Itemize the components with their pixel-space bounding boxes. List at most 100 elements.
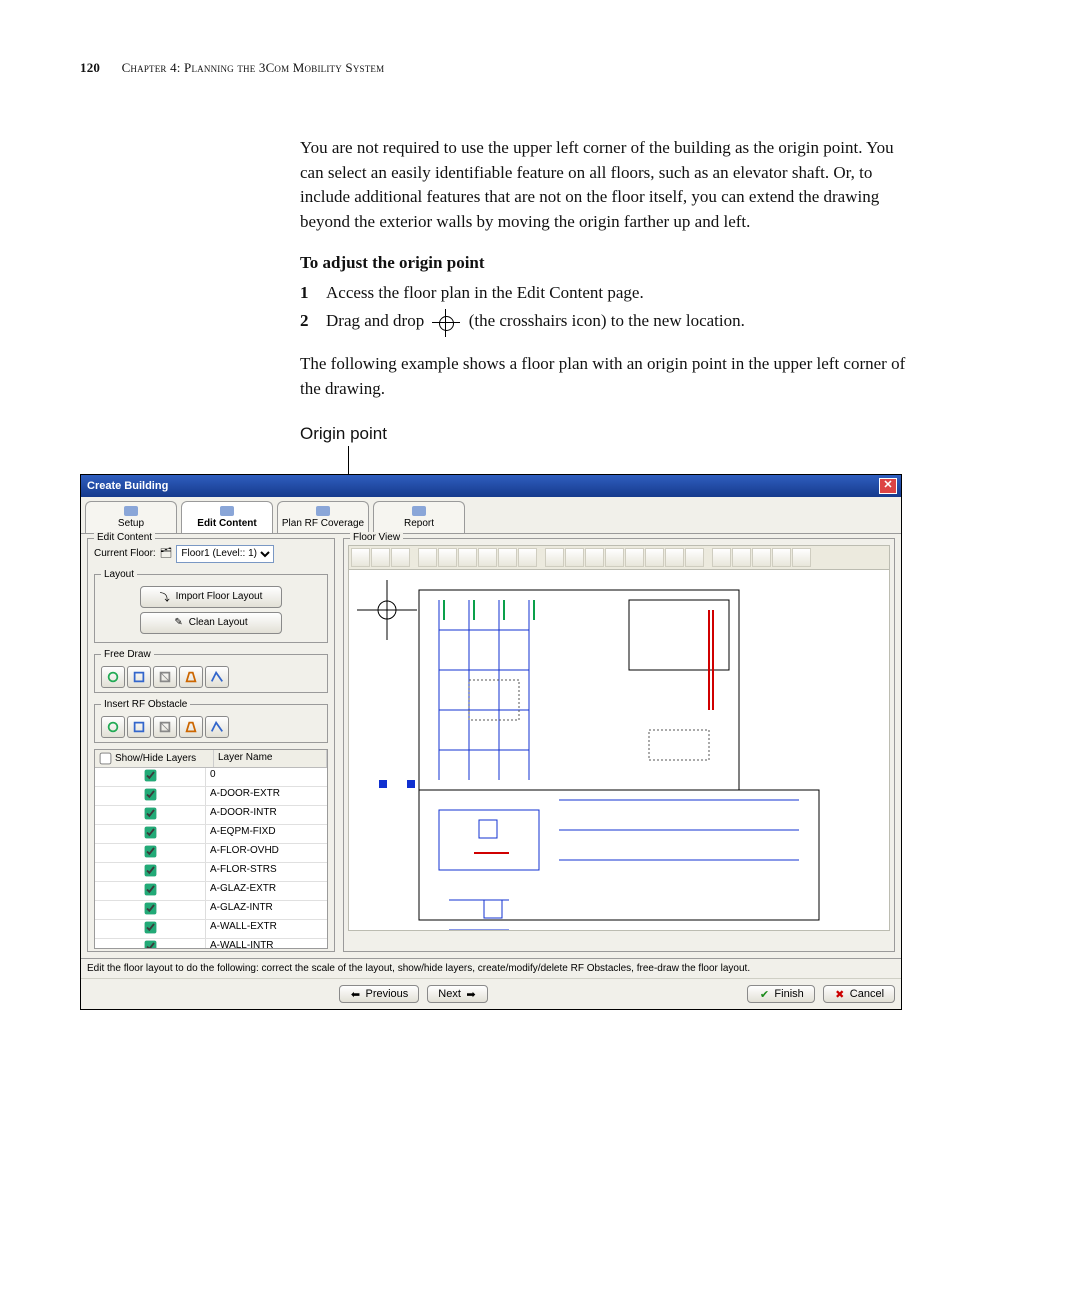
next-button[interactable]: Next ➡ <box>427 985 488 1003</box>
fv-tool-h-icon[interactable] <box>772 548 791 567</box>
current-floor-select[interactable]: Floor1 (Level:: 1) <box>176 545 274 563</box>
floor-view-panel: Floor View <box>343 538 895 952</box>
step-2: 2 Drag and drop (the crosshairs icon) to… <box>300 307 910 336</box>
layer-name: A-WALL-EXTR <box>206 920 327 938</box>
layer-visibility-checkbox[interactable] <box>144 902 156 914</box>
layer-row: A-FLOR-STRS <box>95 863 327 882</box>
cancel-button[interactable]: ✖ Cancel <box>823 985 895 1003</box>
free-draw-tool-3[interactable] <box>153 666 177 688</box>
layer-name: A-WALL-INTR <box>206 939 327 948</box>
import-icon: ⤵ <box>160 589 170 604</box>
origin-point-caption: Origin point <box>300 424 1010 444</box>
fv-tool-undo-icon[interactable] <box>585 548 604 567</box>
rf-tool-2[interactable] <box>127 716 151 738</box>
after-steps-paragraph: The following example shows a floor plan… <box>300 352 910 401</box>
layer-row: A-DOOR-EXTR <box>95 787 327 806</box>
layers-col-name[interactable]: Layer Name <box>214 750 327 767</box>
layer-visibility-checkbox[interactable] <box>144 883 156 895</box>
floor-plan-canvas[interactable] <box>348 569 890 931</box>
clean-layout-button[interactable]: ✎ Clean Layout <box>140 612 282 634</box>
free-draw-tool-1[interactable] <box>101 666 125 688</box>
rf-tool-3[interactable] <box>153 716 177 738</box>
free-draw-tool-5[interactable] <box>205 666 229 688</box>
tab-setup[interactable]: Setup <box>85 501 177 533</box>
fv-tool-e-icon[interactable] <box>712 548 731 567</box>
free-draw-tools <box>101 666 321 688</box>
fv-tool-d-icon[interactable] <box>685 548 704 567</box>
layers-scroll[interactable]: 0A-DOOR-EXTRA-DOOR-INTRA-EQPM-FIXDA-FLOR… <box>95 768 327 948</box>
fv-tool-redo-icon[interactable] <box>605 548 624 567</box>
fv-tool-i-icon[interactable] <box>792 548 811 567</box>
layer-name: A-GLAZ-EXTR <box>206 882 327 900</box>
floor-icon: 🗂 <box>160 548 173 559</box>
close-button[interactable]: ✕ <box>879 478 897 494</box>
fv-tool-fit-icon[interactable] <box>418 548 437 567</box>
layers-col-showhide[interactable]: Show/Hide Layers <box>95 750 214 767</box>
fv-tool-copy-icon[interactable] <box>545 548 564 567</box>
layer-name: A-FLOR-STRS <box>206 863 327 881</box>
page-header: 120 Chapter 4: Planning the 3Com Mobilit… <box>80 60 1010 76</box>
fv-tool-grid-icon[interactable] <box>391 548 410 567</box>
rf-obstacle-legend: Insert RF Obstacle <box>101 699 190 710</box>
fv-tool-zoom-icon[interactable] <box>438 548 457 567</box>
layer-row: A-GLAZ-EXTR <box>95 882 327 901</box>
current-floor-row: Current Floor: 🗂 Floor1 (Level:: 1) <box>94 545 328 563</box>
arrow-left-icon: ⬅ <box>350 988 362 1000</box>
edit-content-icon <box>220 506 234 516</box>
body-text: You are not required to use the upper le… <box>300 136 910 402</box>
rf-tool-5[interactable] <box>205 716 229 738</box>
fv-tool-c-icon[interactable] <box>665 548 684 567</box>
fv-tool-b-icon[interactable] <box>645 548 664 567</box>
current-floor-label: Current Floor: <box>94 548 156 559</box>
fv-tool-f-icon[interactable] <box>732 548 751 567</box>
fv-tool-a-icon[interactable] <box>625 548 644 567</box>
layer-name: A-GLAZ-INTR <box>206 901 327 919</box>
layers-master-checkbox[interactable] <box>100 752 112 764</box>
layer-visibility-checkbox[interactable] <box>144 826 156 838</box>
layer-name: A-DOOR-INTR <box>206 806 327 824</box>
fv-tool-scissors-icon[interactable] <box>351 548 370 567</box>
plan-rf-icon <box>316 506 330 516</box>
finish-button[interactable]: ✔ Finish <box>747 985 814 1003</box>
layout-section: Layout ⤵ Import Floor Layout ✎ Clean Lay… <box>94 569 328 643</box>
layer-name: A-EQPM-FIXD <box>206 825 327 843</box>
rf-tool-4[interactable] <box>179 716 203 738</box>
setup-icon <box>124 506 138 516</box>
previous-button[interactable]: ⬅ Previous <box>339 985 420 1003</box>
procedure-steps: 1 Access the floor plan in the Edit Cont… <box>300 279 910 337</box>
fv-tool-list-icon[interactable] <box>498 548 517 567</box>
layer-row: 0 <box>95 768 327 787</box>
caption-leader-line <box>348 446 349 474</box>
free-draw-tool-2[interactable] <box>127 666 151 688</box>
layer-visibility-checkbox[interactable] <box>144 788 156 800</box>
procedure-heading: To adjust the origin point <box>300 253 910 273</box>
crosshairs-icon <box>432 311 460 335</box>
side-panel-title: Edit Content <box>94 532 155 543</box>
step-1: 1 Access the floor plan in the Edit Cont… <box>300 279 910 308</box>
layer-visibility-checkbox[interactable] <box>144 807 156 819</box>
layer-visibility-checkbox[interactable] <box>144 940 156 947</box>
wizard-tabs: Setup Edit Content Plan RF Coverage Repo… <box>81 497 901 534</box>
tab-edit-content[interactable]: Edit Content <box>181 501 273 533</box>
check-icon: ✔ <box>758 988 770 1000</box>
layer-row: A-FLOR-OVHD <box>95 844 327 863</box>
fv-tool-zoom-out-icon[interactable] <box>478 548 497 567</box>
fv-tool-paste-icon[interactable] <box>565 548 584 567</box>
layer-row: A-WALL-EXTR <box>95 920 327 939</box>
layers-table: Show/Hide Layers Layer Name 0A-DOOR-EXTR… <box>94 749 328 949</box>
rf-tool-1[interactable] <box>101 716 125 738</box>
fv-tool-g-icon[interactable] <box>752 548 771 567</box>
layer-visibility-checkbox[interactable] <box>144 864 156 876</box>
layer-visibility-checkbox[interactable] <box>144 921 156 933</box>
fv-tool-print-icon[interactable] <box>518 548 537 567</box>
layout-legend: Layout <box>101 569 137 580</box>
layer-visibility-checkbox[interactable] <box>144 845 156 857</box>
clean-icon: ✎ <box>174 617 182 628</box>
layer-visibility-checkbox[interactable] <box>144 769 156 781</box>
tab-report[interactable]: Report <box>373 501 465 533</box>
free-draw-tool-4[interactable] <box>179 666 203 688</box>
tab-plan-rf[interactable]: Plan RF Coverage <box>277 501 369 533</box>
fv-tool-eraser-icon[interactable] <box>371 548 390 567</box>
import-floor-layout-button[interactable]: ⤵ Import Floor Layout <box>140 586 282 608</box>
fv-tool-zoom-in-icon[interactable] <box>458 548 477 567</box>
